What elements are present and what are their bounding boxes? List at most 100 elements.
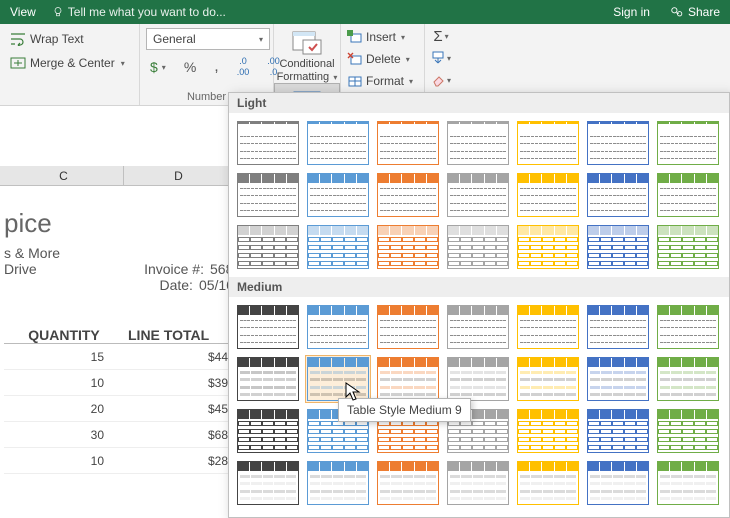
table-style-swatch[interactable] <box>375 303 441 351</box>
cell-line-total[interactable]: $45 <box>124 402 234 416</box>
table-style-swatch[interactable] <box>585 119 651 167</box>
table-row[interactable]: 10$39 <box>4 370 234 396</box>
table-style-swatch[interactable] <box>235 355 301 403</box>
table-style-swatch[interactable] <box>445 171 511 219</box>
table-style-swatch[interactable] <box>235 223 301 271</box>
format-cells-button[interactable]: Format ▾ <box>345 70 420 92</box>
table-style-swatch[interactable] <box>585 407 651 455</box>
table-style-swatch[interactable] <box>655 119 721 167</box>
delete-label: Delete <box>366 52 401 66</box>
share-button[interactable]: Share <box>660 5 730 19</box>
table-style-swatch[interactable] <box>235 303 301 351</box>
table-style-swatch[interactable] <box>585 171 651 219</box>
group-label-alignment <box>0 101 139 105</box>
comma-format-button[interactable]: , <box>210 60 222 74</box>
table-style-swatch[interactable] <box>655 171 721 219</box>
percent-format-button[interactable]: % <box>180 57 200 77</box>
table-style-swatch[interactable] <box>375 119 441 167</box>
table-style-swatch[interactable] <box>585 459 651 507</box>
cell-quantity[interactable]: 10 <box>4 454 124 468</box>
table-style-swatch[interactable] <box>445 355 511 403</box>
sigma-icon: Σ <box>433 28 442 45</box>
lightbulb-icon <box>52 6 64 18</box>
tell-me-search[interactable]: Tell me what you want to do... <box>52 5 226 19</box>
table-style-swatch[interactable] <box>515 407 581 455</box>
conditional-formatting-button[interactable]: Conditional Formatting ▾ <box>274 24 340 83</box>
cell-line-total[interactable]: $44 <box>124 350 234 364</box>
table-style-swatch[interactable] <box>515 459 581 507</box>
table-style-swatch[interactable] <box>515 355 581 403</box>
number-format-combo[interactable]: General ▾ <box>146 28 270 50</box>
autosum-button[interactable]: Σ▾ <box>429 26 453 46</box>
cell-quantity[interactable]: 10 <box>4 376 124 390</box>
table-style-swatch[interactable] <box>305 223 371 271</box>
table-style-swatch[interactable] <box>305 459 371 507</box>
column-header-d[interactable]: D <box>124 166 234 185</box>
table-style-swatch[interactable] <box>585 223 651 271</box>
delete-cells-button[interactable]: Delete ▾ <box>345 48 420 70</box>
clear-button[interactable]: ▾ <box>429 70 453 90</box>
tab-view[interactable]: View <box>0 0 46 24</box>
table-style-swatch[interactable] <box>515 171 581 219</box>
gallery-section-medium: Medium <box>229 277 729 297</box>
table-style-swatch[interactable] <box>445 223 511 271</box>
format-cells-icon <box>347 74 363 88</box>
table-style-swatch[interactable] <box>585 303 651 351</box>
cell-line-total[interactable]: $39 <box>124 376 234 390</box>
table-style-swatch[interactable] <box>235 119 301 167</box>
table-style-swatch[interactable] <box>305 303 371 351</box>
accounting-format-button[interactable]: $ ▾ <box>146 57 170 77</box>
delete-icon <box>347 52 363 66</box>
insert-icon <box>347 30 363 44</box>
company-line-2: Drive <box>4 261 128 277</box>
table-style-swatch[interactable] <box>655 303 721 351</box>
number-format-value: General <box>153 32 196 46</box>
table-row[interactable]: 15$44 <box>4 344 234 370</box>
sign-in-link[interactable]: Sign in <box>603 5 660 19</box>
table-style-swatch[interactable] <box>235 171 301 219</box>
increase-decimal-button[interactable]: .0.00 <box>233 55 254 79</box>
table-style-swatch[interactable] <box>445 303 511 351</box>
table-style-swatch[interactable] <box>655 355 721 403</box>
table-row[interactable]: 30$68 <box>4 422 234 448</box>
chevron-down-icon: ▾ <box>447 76 451 85</box>
table-style-swatch[interactable] <box>305 171 371 219</box>
table-style-swatch[interactable] <box>235 407 301 455</box>
table-row[interactable]: 20$45 <box>4 396 234 422</box>
fill-button[interactable]: ▾ <box>429 48 453 68</box>
chevron-down-icon: ▾ <box>409 77 413 86</box>
table-style-swatch[interactable] <box>515 119 581 167</box>
header-line-total: LINE TOTAL <box>124 327 234 343</box>
table-style-swatch[interactable] <box>655 459 721 507</box>
worksheet-visible-area: C D pice s & More Drive Invoice #: 568 D… <box>0 126 234 518</box>
cell-quantity[interactable]: 30 <box>4 428 124 442</box>
table-style-swatch[interactable] <box>445 459 511 507</box>
cell-quantity[interactable]: 15 <box>4 350 124 364</box>
table-style-swatch[interactable] <box>375 171 441 219</box>
insert-cells-button[interactable]: Insert ▾ <box>345 26 420 48</box>
table-style-swatch[interactable] <box>655 223 721 271</box>
table-style-swatch[interactable] <box>655 407 721 455</box>
table-style-swatch[interactable] <box>515 223 581 271</box>
currency-icon: $ <box>150 59 158 75</box>
table-style-swatch[interactable] <box>375 223 441 271</box>
merge-center-button[interactable]: Merge & Center ▾ <box>4 52 135 74</box>
table-style-swatch[interactable] <box>375 355 441 403</box>
table-style-swatch[interactable] <box>375 459 441 507</box>
column-header-c[interactable]: C <box>4 166 124 185</box>
invoice-date-label: Date: <box>121 277 193 293</box>
wrap-text-button[interactable]: Wrap Text <box>4 28 135 50</box>
chevron-down-icon: ▾ <box>162 63 166 72</box>
comma-icon: , <box>214 62 218 72</box>
table-styles-gallery[interactable]: Light Medium <box>228 92 730 518</box>
table-row[interactable]: 10$28 <box>4 448 234 474</box>
table-style-swatch[interactable] <box>305 119 371 167</box>
table-style-swatch[interactable] <box>585 355 651 403</box>
table-style-swatch[interactable] <box>305 355 371 403</box>
cell-line-total[interactable]: $68 <box>124 428 234 442</box>
cell-quantity[interactable]: 20 <box>4 402 124 416</box>
cell-line-total[interactable]: $28 <box>124 454 234 468</box>
table-style-swatch[interactable] <box>235 459 301 507</box>
table-style-swatch[interactable] <box>515 303 581 351</box>
table-style-swatch[interactable] <box>445 119 511 167</box>
